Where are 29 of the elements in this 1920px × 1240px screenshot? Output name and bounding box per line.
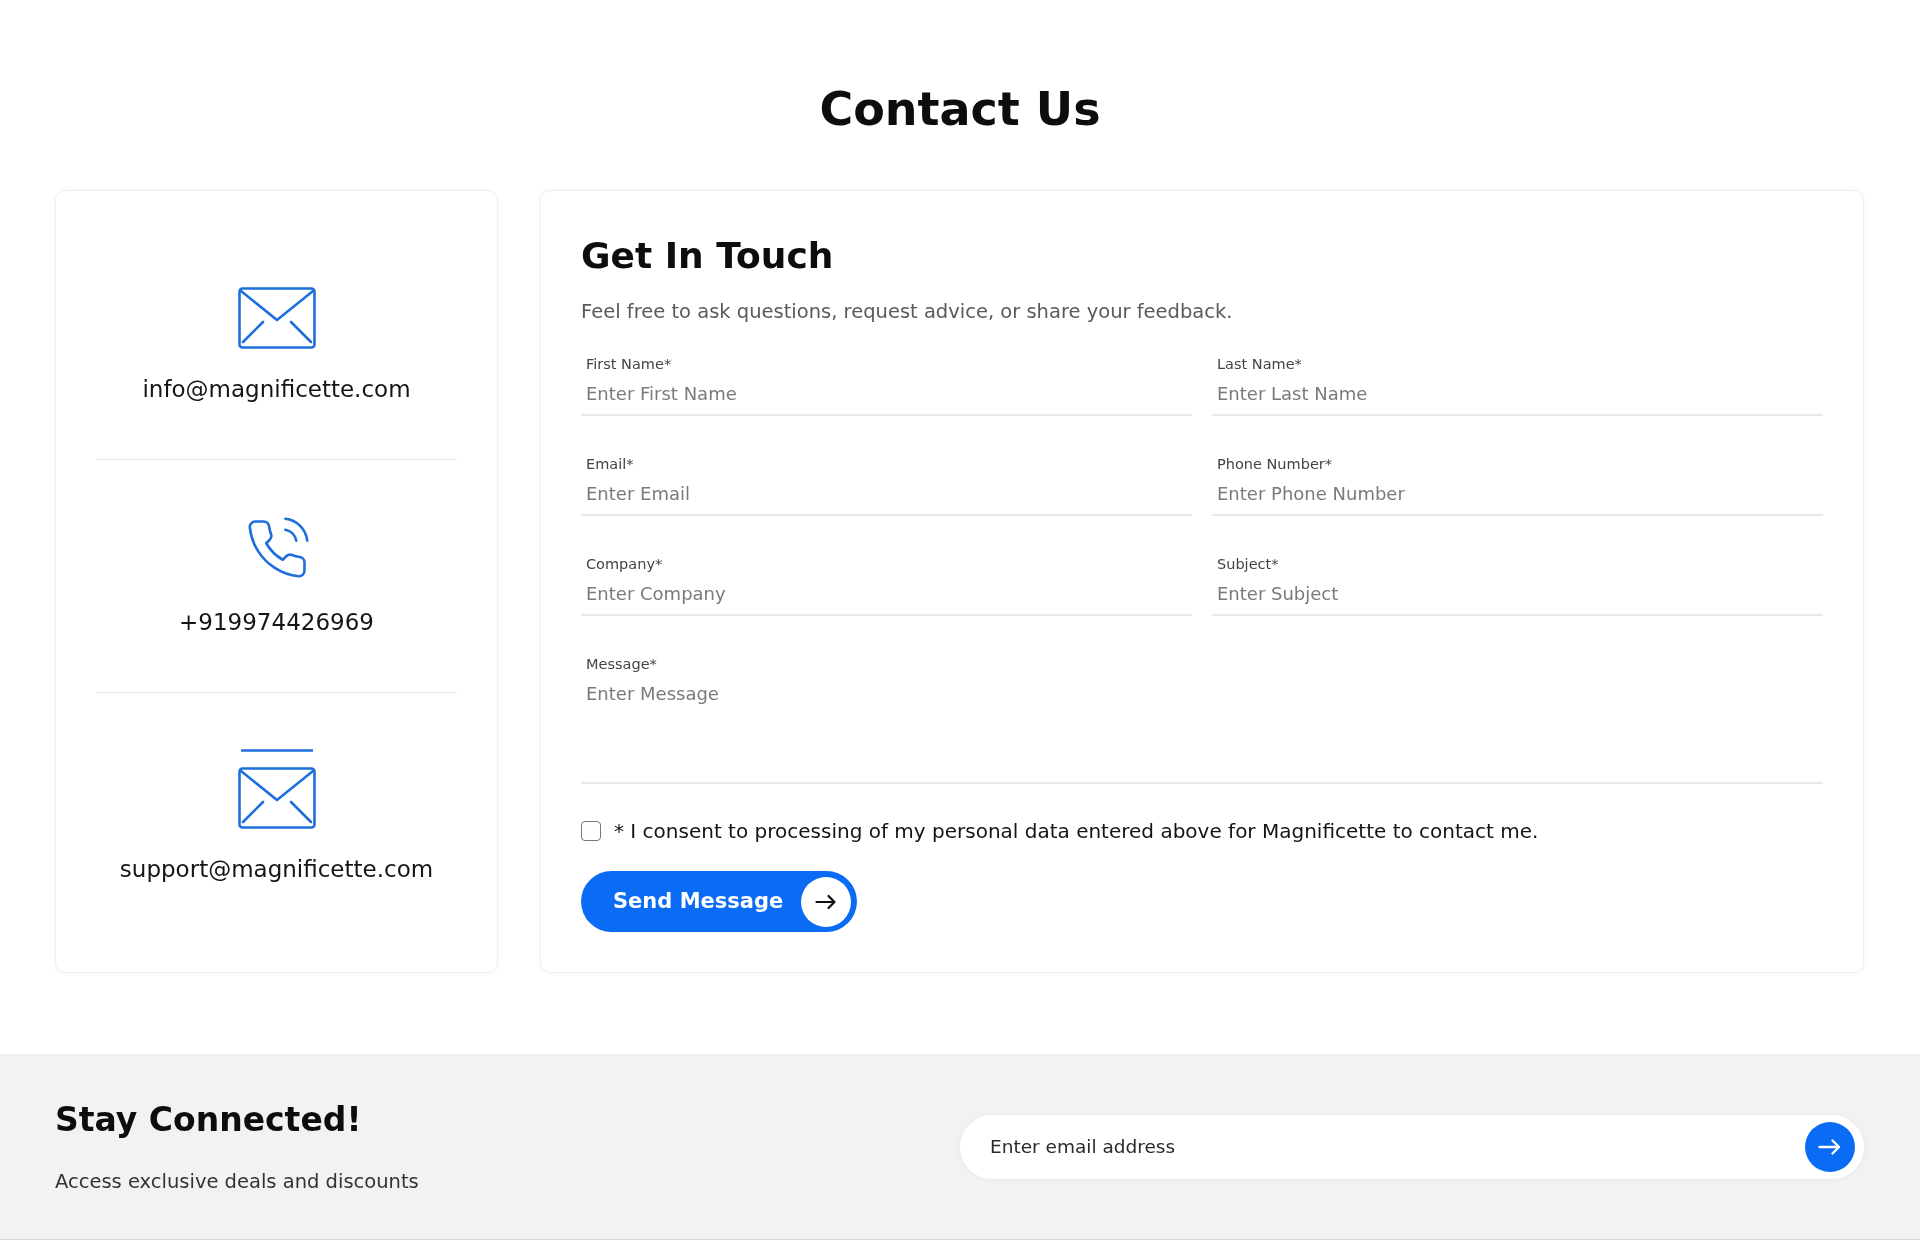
consent-checkbox[interactable]	[581, 821, 601, 841]
input-field[interactable]: Enter First Name	[581, 373, 1192, 416]
email-address-text: support@magnificette.com	[119, 855, 434, 883]
input-field[interactable]: Enter Company	[581, 573, 1192, 616]
input-field[interactable]: Enter Phone Number	[1212, 473, 1823, 516]
newsletter-subtitle: Access exclusive deals and discounts	[55, 1169, 419, 1194]
field-label: First Name*	[586, 355, 672, 373]
subscribe-button[interactable]	[1805, 1121, 1855, 1172]
form-subtitle: Feel free to ask questions, request advice, or share your feedback.	[581, 299, 1233, 325]
send-message-button[interactable]: Send Message	[581, 871, 858, 932]
message-field[interactable]: Enter Message	[581, 673, 1823, 784]
phone-number-text: +919974426969	[179, 608, 374, 636]
envelope-icon	[237, 287, 316, 349]
field-label: Email*	[586, 455, 634, 473]
field-label: Phone Number*	[1217, 455, 1333, 473]
email-field[interactable]: Enter email address	[960, 1114, 1864, 1179]
envelope-icon	[237, 749, 316, 829]
input-field[interactable]: Enter Subject	[1212, 573, 1823, 616]
field-label: Company*	[586, 555, 663, 573]
field-label: Subject*	[1217, 555, 1279, 573]
newsletter-title: Stay Connected!	[55, 1099, 362, 1140]
field-label: Last Name*	[1217, 355, 1302, 373]
input-field[interactable]: Enter Last Name	[1212, 373, 1823, 416]
page-title: Contact Us	[818, 81, 1102, 138]
input-field[interactable]: Enter Email	[581, 473, 1192, 516]
form-title: Get In Touch	[581, 234, 835, 278]
field-label: Message*	[586, 655, 657, 673]
email-address-text: info@magnificette.com	[142, 375, 411, 403]
consent-text: * I consent to processing of my personal data entered above for Magnificette to contact me.	[614, 820, 1539, 842]
